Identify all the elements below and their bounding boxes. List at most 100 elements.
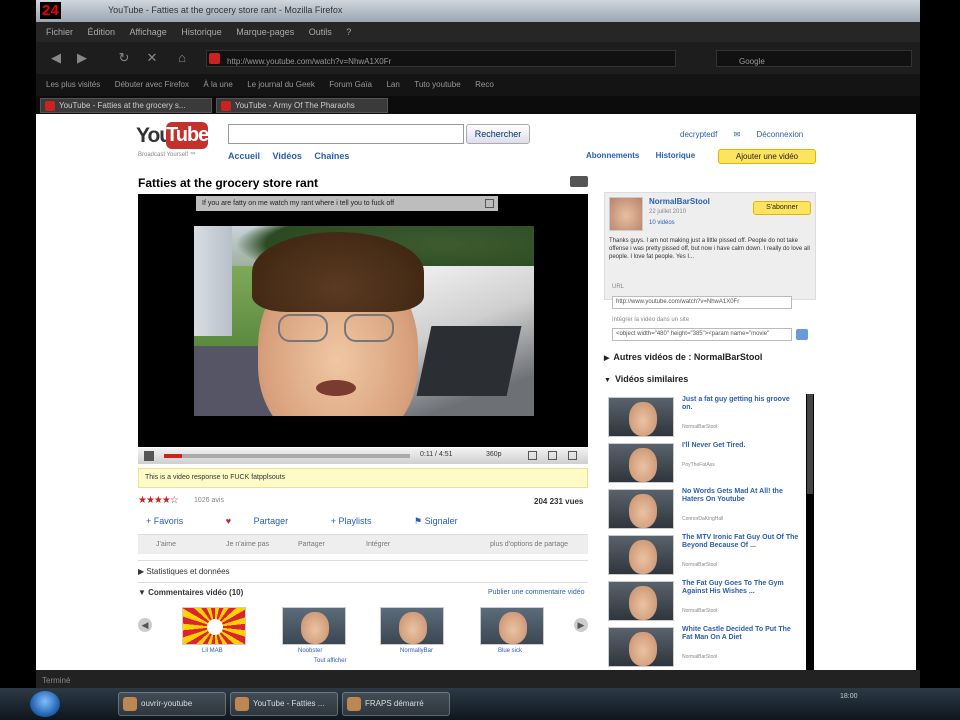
similar-videos-header[interactable]: ▼ Vidéos similaires bbox=[604, 374, 688, 384]
response-thumbnail[interactable] bbox=[480, 607, 544, 645]
video-thumbnail[interactable] bbox=[608, 443, 674, 483]
play-icon[interactable] bbox=[144, 451, 154, 461]
expand-icon[interactable] bbox=[548, 451, 557, 460]
subscribe-button[interactable]: S'abonner bbox=[753, 201, 811, 215]
list-item[interactable]: No Words Gets Mad At All! the Haters On … bbox=[606, 486, 806, 530]
search-input[interactable] bbox=[228, 124, 464, 144]
menu-history[interactable]: Historique bbox=[181, 27, 222, 37]
tray-clock[interactable]: 18:00 bbox=[840, 693, 858, 700]
next-arrow-icon[interactable]: ▶ bbox=[574, 618, 588, 632]
start-button[interactable] bbox=[30, 691, 60, 717]
list-item[interactable]: I'll Never Get Tired. PoyTheFatAss bbox=[606, 440, 806, 484]
browser-search-field[interactable]: Google bbox=[716, 50, 912, 67]
avatar[interactable] bbox=[609, 197, 643, 231]
back-icon[interactable]: ◀ bbox=[48, 50, 64, 66]
list-item[interactable]: Just a fat guy getting his groove on. Nor… bbox=[606, 394, 806, 438]
share-link[interactable]: Je n'aime pas bbox=[226, 535, 269, 555]
playlist-button[interactable]: + Playlists bbox=[331, 516, 392, 526]
related-scrollbar[interactable] bbox=[806, 394, 814, 670]
video-comments-toggle[interactable]: ▼ Commentaires vidéo (10) bbox=[138, 588, 243, 597]
bookmark-item[interactable]: À la une bbox=[203, 80, 232, 89]
mail-icon[interactable]: ✉ bbox=[734, 130, 741, 139]
response-thumbnail[interactable] bbox=[282, 607, 346, 645]
video-thumbnail[interactable] bbox=[608, 489, 674, 529]
list-item[interactable]: The Fat Guy Goes To The Gym Against His … bbox=[606, 578, 806, 622]
list-item[interactable]: The MTV Ironic Fat Guy Out Of The Beyond… bbox=[606, 532, 806, 576]
add-video-button[interactable]: Ajouter une vidéo bbox=[718, 149, 816, 164]
captions-icon[interactable] bbox=[570, 176, 588, 187]
related-title[interactable]: White Castle Decided To Put The Fat Man … bbox=[682, 626, 802, 642]
menu-tools[interactable]: Outils bbox=[309, 27, 332, 37]
bookmark-item[interactable]: Lan bbox=[386, 80, 399, 89]
video-thumbnail[interactable] bbox=[608, 627, 674, 667]
menu-view[interactable]: Affichage bbox=[129, 27, 166, 37]
response-label[interactable]: Noobster bbox=[298, 648, 322, 654]
taskbar-item[interactable]: ouvrir-youtube bbox=[118, 692, 226, 716]
bookmark-item[interactable]: Les plus visités bbox=[46, 80, 100, 89]
bookmark-item[interactable]: Le journal du Geek bbox=[247, 80, 315, 89]
response-label[interactable]: NormallyBar bbox=[400, 648, 433, 654]
taskbar-item[interactable]: YouTube - Fatties ... bbox=[230, 692, 338, 716]
menu-edit[interactable]: Édition bbox=[87, 27, 115, 37]
related-title[interactable]: The Fat Guy Goes To The Gym Against His … bbox=[682, 580, 802, 596]
response-thumbnail[interactable] bbox=[182, 607, 246, 645]
url-field[interactable]: http://www.youtube.com/watch?v=NhwA1X0Fr bbox=[612, 296, 792, 309]
bookmark-item[interactable]: Tuto youtube bbox=[414, 80, 460, 89]
video-thumbnail[interactable] bbox=[608, 535, 674, 575]
flag-button[interactable]: ⚑ Signaler bbox=[414, 516, 478, 526]
address-bar[interactable]: http://www.youtube.com/watch?v=NhwA1X0Fr bbox=[206, 50, 676, 67]
taskbar-item[interactable]: FRAPS démarré bbox=[342, 692, 450, 716]
nav-videos[interactable]: Vidéos bbox=[273, 151, 302, 161]
bookmark-item[interactable]: Débuter avec Firefox bbox=[115, 80, 189, 89]
subscriptions-link[interactable]: Abonnements bbox=[586, 151, 639, 160]
close-icon[interactable] bbox=[485, 199, 494, 208]
related-title[interactable]: I'll Never Get Tired. bbox=[682, 442, 802, 450]
forward-icon[interactable]: ▶ bbox=[74, 50, 90, 66]
volume-icon[interactable] bbox=[528, 451, 537, 460]
response-label[interactable]: Blue sick bbox=[498, 648, 522, 654]
show-all-link[interactable]: Tout afficher bbox=[314, 658, 347, 664]
home-icon[interactable]: ⌂ bbox=[174, 50, 190, 66]
prev-arrow-icon[interactable]: ◀ bbox=[138, 618, 152, 632]
nav-channels[interactable]: Chaînes bbox=[314, 151, 349, 161]
history-link[interactable]: Historique bbox=[656, 151, 696, 160]
youtube-logo[interactable]: You Tube bbox=[136, 122, 209, 152]
nav-home[interactable]: Accueil bbox=[228, 151, 260, 161]
stop-icon[interactable]: ✕ bbox=[144, 50, 160, 66]
progress-bar[interactable] bbox=[164, 454, 410, 458]
stats-toggle[interactable]: ▶ Statistiques et données bbox=[138, 567, 230, 576]
response-thumbnail[interactable] bbox=[380, 607, 444, 645]
other-videos-header[interactable]: ▶ Autres vidéos de : NormalBarStool bbox=[604, 352, 762, 362]
bookmark-item[interactable]: Forum Gaïa bbox=[329, 80, 372, 89]
related-title[interactable]: The MTV Ironic Fat Guy Out Of The Beyond… bbox=[682, 534, 802, 550]
related-title[interactable]: Just a fat guy getting his groove on. bbox=[682, 396, 802, 412]
tab-active[interactable]: YouTube - Fatties at the grocery s... bbox=[40, 98, 212, 113]
scrollbar-thumb[interactable] bbox=[807, 394, 813, 494]
embed-field[interactable]: <object width="480" height="385"><param … bbox=[612, 328, 792, 341]
fullscreen-icon[interactable] bbox=[568, 451, 577, 460]
rating-stars[interactable]: ★★★★☆ bbox=[138, 495, 179, 506]
logout-link[interactable]: Déconnexion bbox=[757, 130, 804, 139]
related-title[interactable]: No Words Gets Mad At All! the Haters On … bbox=[682, 488, 802, 504]
share-link[interactable]: Partager bbox=[298, 535, 325, 555]
tab-2[interactable]: YouTube - Army Of The Pharaohs bbox=[216, 98, 388, 113]
reload-icon[interactable]: ↻ bbox=[116, 50, 132, 66]
menu-help[interactable]: ? bbox=[346, 27, 351, 37]
response-label[interactable]: Lil MAB bbox=[202, 648, 223, 654]
menu-file[interactable]: Fichier bbox=[46, 27, 73, 37]
uploader-video-count[interactable]: 10 vidéos bbox=[649, 220, 675, 226]
favorite-button[interactable]: + Favoris bbox=[146, 516, 203, 526]
menu-bookmarks[interactable]: Marque-pages bbox=[236, 27, 294, 37]
share-link[interactable]: J'aime bbox=[156, 535, 176, 555]
search-button[interactable]: Rechercher bbox=[466, 124, 530, 144]
response-text[interactable]: This is a video response to FUCK fatppls… bbox=[145, 474, 285, 481]
quality-selector[interactable]: 360p bbox=[486, 451, 502, 458]
uploader-name[interactable]: NormalBarStool bbox=[649, 197, 710, 206]
bookmark-item[interactable]: Reco bbox=[475, 80, 494, 89]
more-share-options[interactable]: plus d'options de partage bbox=[490, 535, 568, 555]
share-button[interactable]: ♥ Partager bbox=[226, 516, 308, 526]
gear-icon[interactable] bbox=[796, 329, 808, 340]
video-thumbnail[interactable] bbox=[608, 581, 674, 621]
account-username[interactable]: decryptedf bbox=[680, 130, 717, 139]
list-item[interactable]: White Castle Decided To Put The Fat Man … bbox=[606, 624, 806, 668]
